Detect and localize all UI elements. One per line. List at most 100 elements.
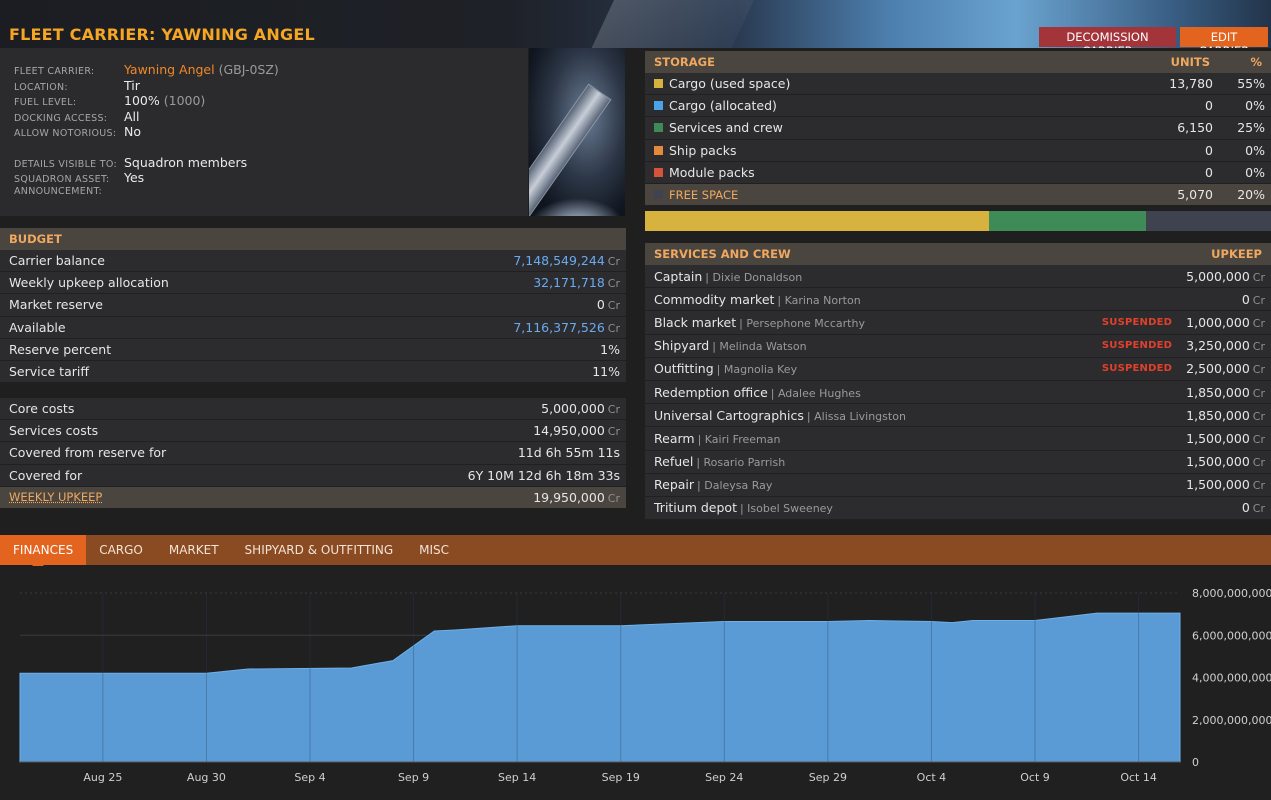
crew-name: | Karina Norton	[777, 293, 861, 307]
location-value: Tir	[124, 78, 140, 93]
services-heading: SERVICES AND CREW	[654, 247, 791, 261]
x-tick-label: Aug 25	[83, 771, 122, 784]
service-row: Shipyard | Melinda Watson SUSPENDED 3,250,0…	[645, 334, 1271, 358]
service-row-label: Universal Cartographics | Alissa Livingst…	[654, 408, 1186, 423]
y-tick-label: 4,000,000,000	[1192, 672, 1271, 685]
section-tabs: FINANCES CARGO MARKET SHIPYARD & OUTFITTING…	[0, 535, 1271, 571]
service-upkeep-value: 1,500,000	[1186, 454, 1250, 470]
fuel-amount: (1000)	[163, 93, 206, 108]
currency-label: Cr	[1252, 409, 1265, 423]
free-space-swatch	[654, 190, 663, 200]
budget-row-label: Reserve percent	[9, 341, 112, 357]
cost-row-value: 5,000,000 Cr	[541, 401, 620, 416]
carrier-name: Yawning Angel	[124, 62, 215, 77]
visible-value: Squadron members	[124, 155, 248, 170]
service-upkeep: 5,000,000 Cr	[1186, 269, 1265, 284]
services-heading-row: SERVICES AND CREW UPKEEP	[645, 243, 1271, 265]
tab-cargo[interactable]: CARGO	[86, 535, 156, 565]
service-row: Repair | Daleysa Ray 1,500,000 Cr	[645, 473, 1271, 497]
crew-name: | Isobel Sweeney	[739, 502, 833, 516]
storage-row-pct: 0%	[1245, 164, 1265, 180]
currency-label: Cr	[607, 425, 620, 439]
crew-name: | Persephone Mccarthy	[739, 316, 865, 330]
x-tick-label: Sep 24	[705, 771, 743, 784]
info-label: LOCATION:	[14, 82, 68, 93]
bar-segment-free	[1145, 211, 1271, 231]
crew-name: | Melinda Watson	[712, 340, 807, 354]
service-name: Tritium depot	[654, 500, 737, 516]
tab-shipyard-outfitting[interactable]: SHIPYARD & OUTFITTING	[232, 535, 407, 565]
info-label: FLEET CARRIER:	[14, 66, 95, 77]
y-tick-label: 2,000,000,000	[1192, 714, 1271, 727]
edit-carrier-button[interactable]: EDIT CARRIER	[1180, 27, 1268, 48]
cost-row: Core costs 5,000,000 Cr	[0, 398, 626, 421]
storage-row: Ship packs 0 0%	[645, 139, 1271, 162]
budget-row: Service tariff 11%	[0, 360, 626, 384]
currency-label: Cr	[607, 277, 620, 291]
storage-row-label: Services and crew	[669, 120, 783, 136]
service-upkeep: 0 Cr	[1242, 292, 1265, 307]
service-upkeep: 1,000,000 Cr	[1186, 315, 1265, 330]
info-label: SQUADRON ASSET:	[14, 174, 110, 185]
storage-row-label: Cargo (used space)	[669, 76, 791, 92]
upkeep-heading: UPKEEP	[1211, 247, 1262, 261]
service-row-label: Refuel | Rosario Parrish	[654, 454, 1186, 469]
y-tick-label: 6,000,000,000	[1192, 629, 1271, 642]
info-row-fuel: FUEL LEVEL: 100% (1000)	[14, 93, 205, 108]
budget-rows: Carrier balance 7,148,549,244 Cr Weekly upk…	[0, 250, 626, 384]
service-name: Redemption office	[654, 384, 768, 400]
currency-label: Cr	[1252, 432, 1265, 446]
budget-value-text: 32,171,718	[533, 275, 605, 291]
currency-label: Cr	[1252, 386, 1265, 400]
info-row-location: LOCATION: Tir	[14, 78, 140, 93]
currency-label: Cr	[1252, 340, 1265, 354]
currency-label: Cr	[607, 299, 620, 313]
info-row-announcement: ANNOUNCEMENT:	[14, 186, 124, 197]
budget-row-label: Market reserve	[9, 297, 103, 313]
service-row-label: Black market | Persephone Mccarthy	[654, 315, 1102, 330]
budget-value-text: 7,116,377,526	[513, 319, 605, 335]
carrier-id: (GBJ-0SZ)	[218, 62, 279, 77]
free-space-units: 5,070	[1177, 187, 1213, 203]
storage-color-swatch	[654, 145, 663, 155]
service-row: Captain | Dixie Donaldson 5,000,000 Cr	[645, 265, 1271, 289]
tab-misc[interactable]: MISC	[406, 535, 462, 565]
service-upkeep: 1,500,000 Cr	[1186, 454, 1265, 469]
service-row: Tritium depot | Isobel Sweeney 0 Cr	[645, 496, 1271, 521]
service-row: Redemption office | Adalee Hughes 1,850,00…	[645, 380, 1271, 405]
x-tick-label: Sep 9	[398, 771, 429, 784]
service-upkeep-value: 1,500,000	[1186, 430, 1250, 446]
storage-color-swatch	[654, 123, 663, 133]
budget-row-label: Service tariff	[9, 364, 89, 380]
budget-panel: BUDGET Carrier balance 7,148,549,244 Cr Wee…	[0, 228, 626, 384]
currency-label: Cr	[607, 403, 620, 417]
crew-name: | Daleysa Ray	[697, 479, 773, 493]
storage-heading: STORAGE	[654, 55, 715, 69]
info-label: ALLOW NOTORIOUS:	[14, 128, 117, 139]
service-upkeep-value: 3,250,000	[1186, 338, 1250, 354]
costs-panel: Core costs 5,000,000 Cr Services costs 14,95…	[0, 398, 626, 509]
budget-heading: BUDGET	[0, 228, 626, 250]
crew-name: | Kairi Freeman	[697, 432, 781, 446]
tab-market[interactable]: MARKET	[156, 535, 232, 565]
service-rows: Captain | Dixie Donaldson 5,000,000 Cr Commo…	[645, 265, 1271, 521]
service-name: Refuel	[654, 454, 694, 470]
service-upkeep: 1,850,000 Cr	[1186, 408, 1265, 423]
storage-row-units: 6,150	[1177, 120, 1213, 136]
weekly-upkeep-label[interactable]: WEEKLY UPKEEP	[9, 490, 533, 504]
service-row: Black market | Persephone Mccarthy SUSPEND…	[645, 311, 1271, 335]
fuel-pct: 100%	[124, 93, 160, 108]
service-upkeep: 1,500,000 Cr	[1186, 431, 1265, 446]
cost-value-text: 14,950,000	[533, 423, 605, 439]
tab-finances[interactable]: FINANCES	[0, 535, 87, 571]
currency-label: Cr	[1252, 316, 1265, 330]
cost-row-label: Covered for	[9, 467, 83, 483]
service-name: Shipyard	[654, 338, 710, 354]
decommission-carrier-button[interactable]: DECOMISSION CARRIER	[1039, 27, 1176, 48]
notorious-value: No	[124, 124, 141, 139]
service-upkeep-value: 1,500,000	[1186, 477, 1250, 493]
cost-row: Covered for 6Y 10M 12d 6h 18m 33s	[0, 464, 626, 487]
cost-value-text: 5,000,000	[541, 401, 605, 417]
crew-name: | Rosario Parrish	[696, 456, 786, 470]
budget-row-value: 0 Cr	[597, 297, 620, 312]
